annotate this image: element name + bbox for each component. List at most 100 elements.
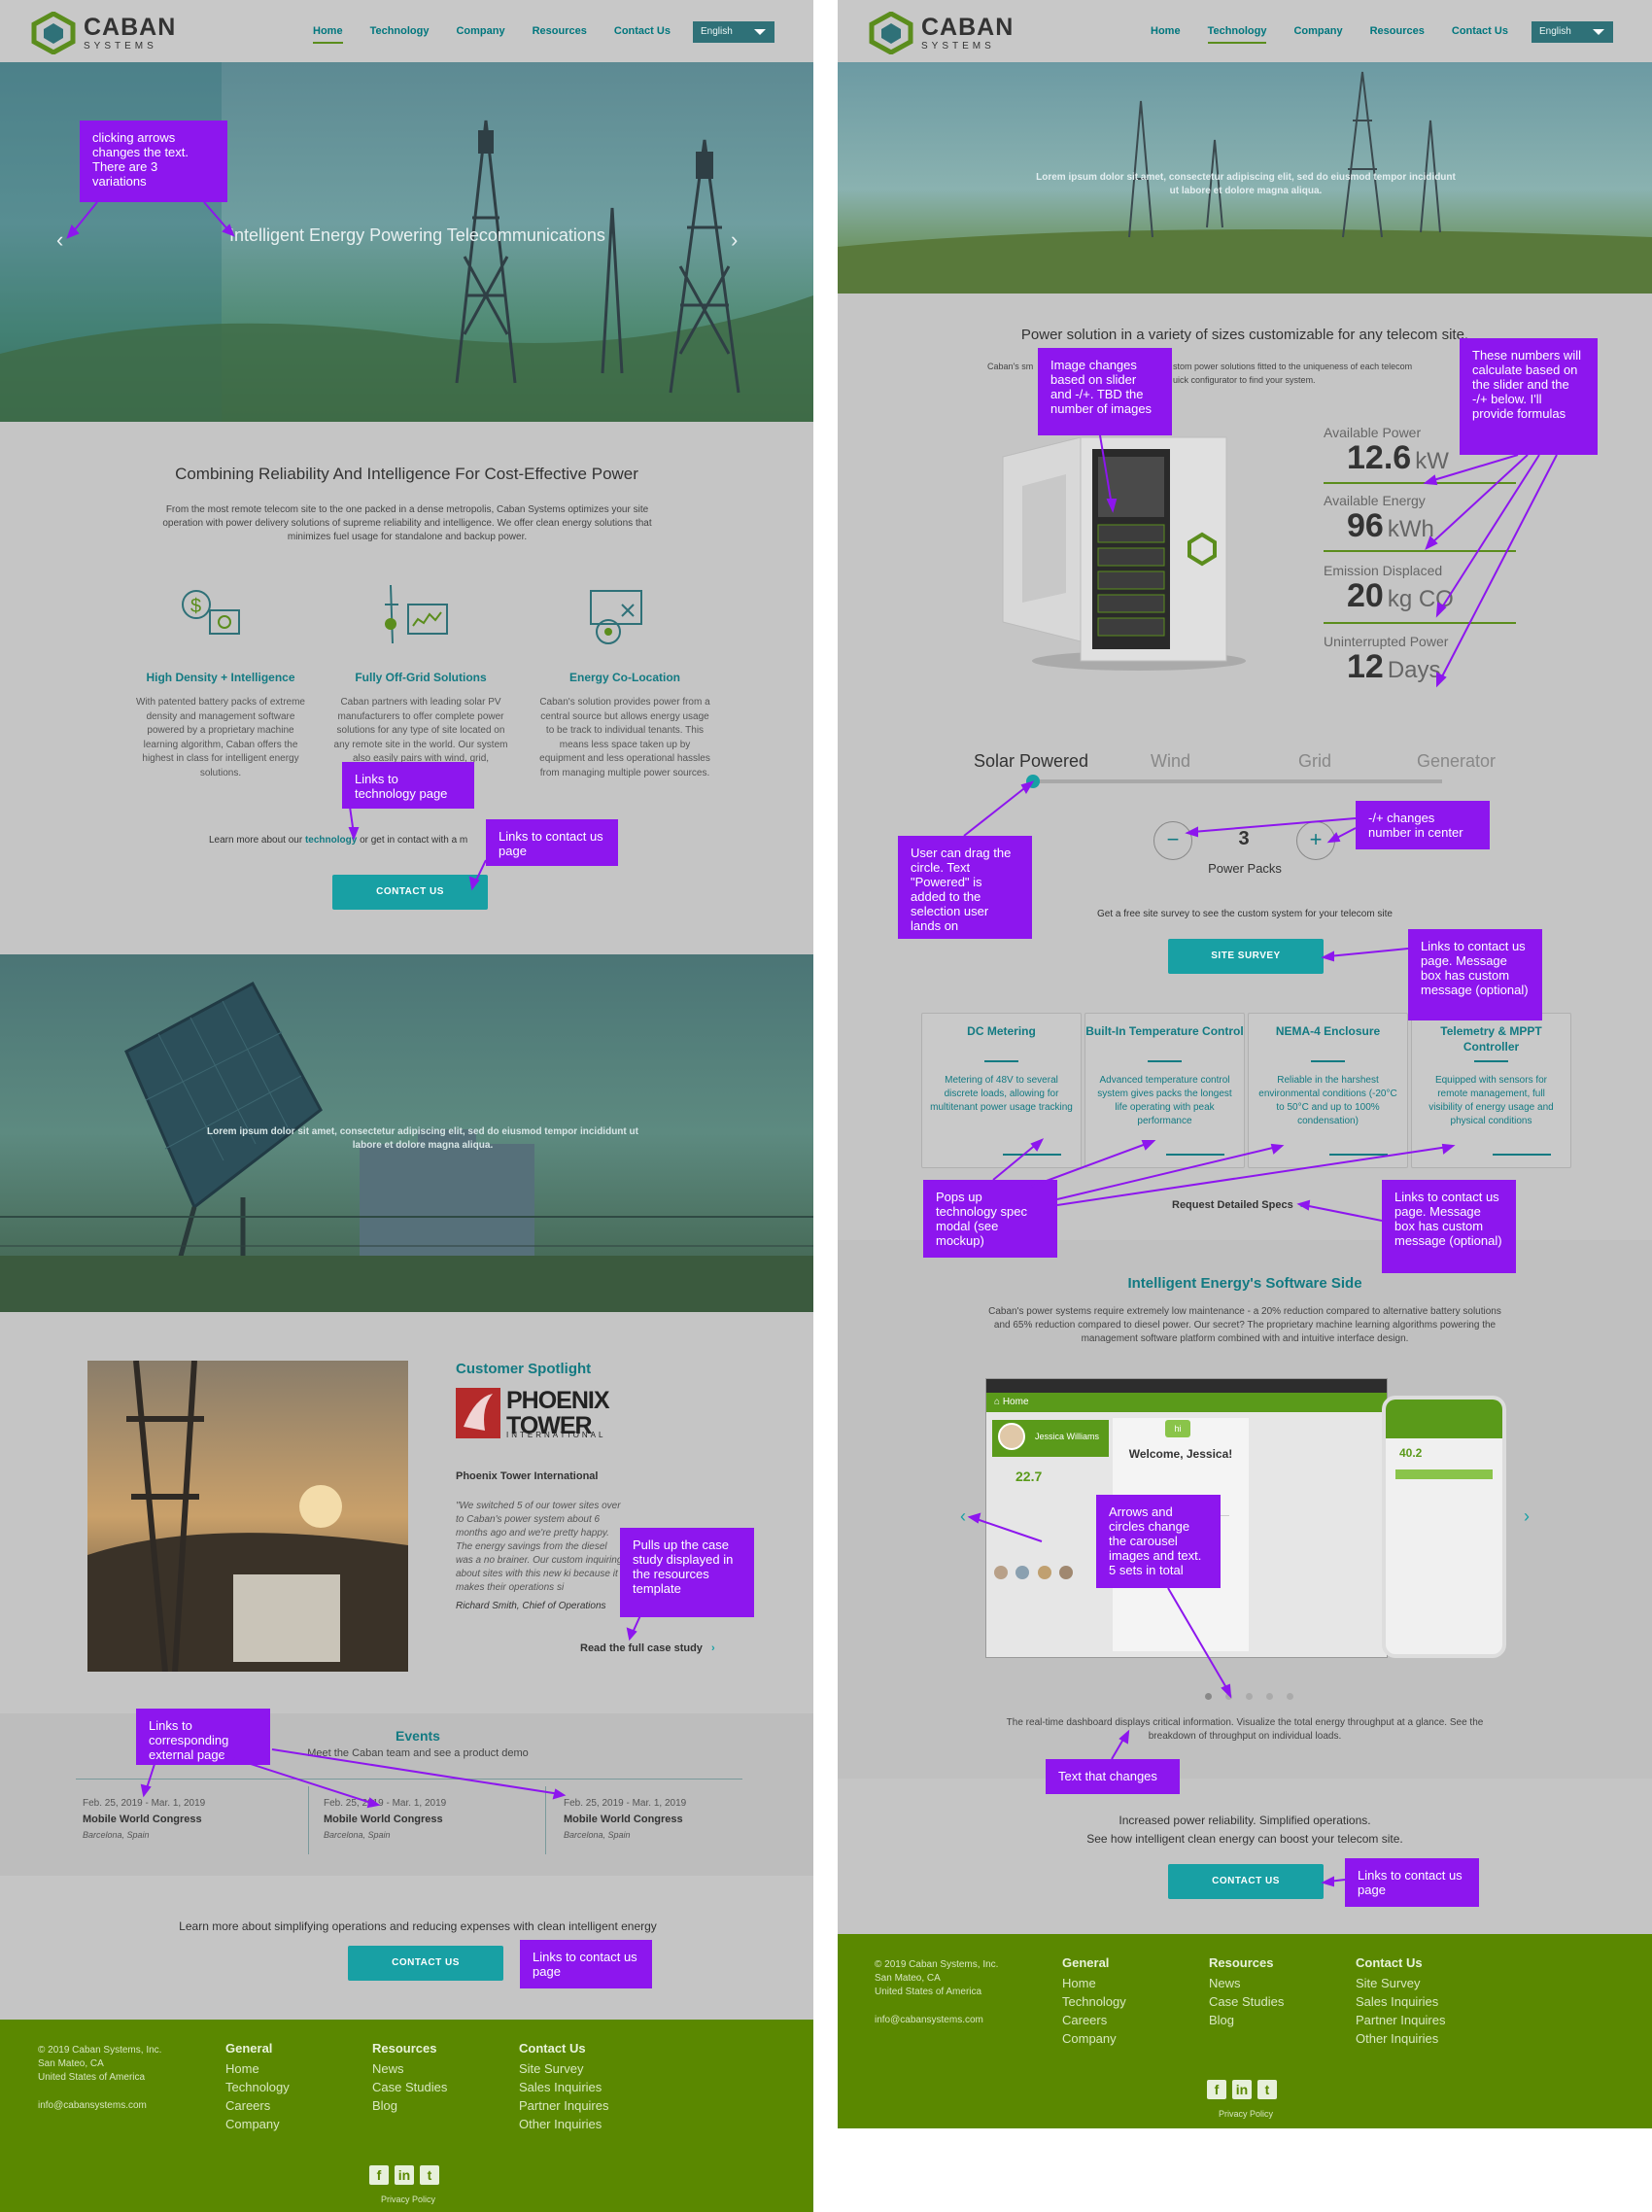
footer-link[interactable]: Sales Inquiries <box>519 2078 609 2096</box>
banner-text: Lorem ipsum dolor sit amet, consectetur … <box>207 1126 638 1151</box>
source-grid[interactable]: Grid <box>1298 751 1331 772</box>
phone-screenshot: 40.2 <box>1382 1396 1506 1658</box>
nav-contact[interactable]: Contact Us <box>614 25 671 44</box>
footer-link[interactable]: Blog <box>372 2096 447 2115</box>
spec-card[interactable]: DC Metering Metering of 48V to several di… <box>921 1013 1082 1168</box>
annotation-numbers: These numbers will calculate based on th… <box>1460 338 1598 455</box>
spec-card[interactable]: Telemetry & MPPT Controller Equipped with… <box>1411 1013 1571 1168</box>
footer-link[interactable]: Careers <box>1062 2011 1126 2029</box>
request-specs-link[interactable]: Request Detailed Specs › <box>1172 1199 1303 1211</box>
hero-next-arrow[interactable]: › <box>731 227 738 253</box>
chevron-down-icon <box>1593 29 1604 35</box>
footer-link[interactable]: Home <box>1062 1974 1126 1992</box>
carousel-dot[interactable] <box>1266 1693 1273 1700</box>
nav-technology[interactable]: Technology <box>1207 25 1267 44</box>
minus-button[interactable]: − <box>1153 821 1192 860</box>
footer-link[interactable]: Case Studies <box>1209 1992 1284 2011</box>
contact-us-button[interactable]: CONTACT US <box>348 1946 503 1981</box>
footer-link[interactable]: Blog <box>1209 2011 1284 2029</box>
footer-link[interactable]: Other Inquiries <box>519 2115 609 2133</box>
source-slider-handle[interactable] <box>1026 775 1040 788</box>
event-name-link[interactable]: Mobile World Congress <box>83 1814 202 1825</box>
read-case-study-link[interactable]: Read the full case study › <box>580 1642 715 1654</box>
carousel-dot[interactable] <box>1246 1693 1253 1700</box>
dashboard-stat: 22.7 <box>1015 1469 1043 1484</box>
footer-link[interactable]: Site Survey <box>1356 1974 1446 1992</box>
avatar <box>1037 1566 1051 1579</box>
carousel-dot[interactable] <box>1225 1693 1232 1700</box>
carousel-dot[interactable] <box>1205 1693 1212 1700</box>
phoenix-bird-icon <box>456 1388 500 1438</box>
carousel-next-arrow[interactable]: › <box>1524 1506 1530 1527</box>
social-links: f in t <box>1207 2080 1277 2099</box>
spec-underline <box>1474 1060 1508 1062</box>
social-links: f in t <box>369 2165 439 2185</box>
caban-logo[interactable]: CABAN SYSTEMS <box>31 12 176 54</box>
brand-sub: SYSTEMS <box>84 40 157 52</box>
source-slider-track[interactable] <box>1034 779 1442 783</box>
footer-link[interactable]: Company <box>225 2115 290 2133</box>
footer-link[interactable]: Technology <box>225 2078 290 2096</box>
metric-emission-displaced: 20 kg CO <box>1347 577 1454 615</box>
source-wind[interactable]: Wind <box>1151 751 1190 772</box>
footer-resources-links: News Case Studies Blog <box>372 2059 447 2115</box>
twitter-icon[interactable]: t <box>420 2165 439 2185</box>
footer-link[interactable]: Partner Inquires <box>1356 2011 1446 2029</box>
caban-logo-icon <box>31 12 76 54</box>
footer-resources-links: News Case Studies Blog <box>1209 1974 1284 2029</box>
metric-value: 96 <box>1347 507 1384 544</box>
facebook-icon[interactable]: f <box>369 2165 389 2185</box>
twitter-icon[interactable]: t <box>1257 2080 1277 2099</box>
technology-link[interactable]: technology <box>305 835 357 846</box>
carousel-prev-arrow[interactable]: ‹ <box>960 1506 966 1527</box>
linkedin-icon[interactable]: in <box>1232 2080 1252 2099</box>
carousel-dot[interactable] <box>1287 1693 1293 1700</box>
annotation-drag: User can drag the circle. Text "Powered"… <box>898 836 1032 939</box>
event-name-link[interactable]: Mobile World Congress <box>324 1814 443 1825</box>
caban-logo-icon <box>869 12 913 54</box>
hero-prev-arrow[interactable]: ‹ <box>56 227 63 253</box>
footer-link[interactable]: Technology <box>1062 1992 1126 2011</box>
language-select[interactable]: English <box>693 21 774 43</box>
nav-technology[interactable]: Technology <box>370 25 430 44</box>
privacy-policy-link[interactable]: Privacy Policy <box>381 2195 435 2204</box>
nav-company[interactable]: Company <box>1293 25 1342 44</box>
metric-divider <box>1324 550 1516 552</box>
event-name-link[interactable]: Mobile World Congress <box>564 1814 683 1825</box>
site-survey-button[interactable]: SITE SURVEY <box>1168 939 1324 974</box>
contact-us-button[interactable]: CONTACT US <box>332 875 488 910</box>
footer-link[interactable]: Site Survey <box>519 2059 609 2078</box>
footer-link[interactable]: Partner Inquires <box>519 2096 609 2115</box>
footer-email[interactable]: info@cabansystems.com <box>875 2014 983 2027</box>
facebook-icon[interactable]: f <box>1207 2080 1226 2099</box>
nav-resources[interactable]: Resources <box>533 25 587 44</box>
power-cabinet-image <box>1002 436 1246 671</box>
plus-button[interactable]: + <box>1296 821 1335 860</box>
footer-link[interactable]: Case Studies <box>372 2078 447 2096</box>
source-solar[interactable]: Solar Powered <box>974 751 1088 772</box>
nav-home[interactable]: Home <box>1151 25 1181 44</box>
logo-sub: INTERNATIONAL <box>506 1431 606 1439</box>
nav-company[interactable]: Company <box>456 25 504 44</box>
solar-banner: Lorem ipsum dolor sit amet, consectetur … <box>0 954 813 1312</box>
footer-link[interactable]: Company <box>1062 2029 1126 2048</box>
footer-link[interactable]: Sales Inquiries <box>1356 1992 1446 2011</box>
event-date: Feb. 25, 2019 - Mar. 1, 2019 <box>83 1798 206 1809</box>
footer-link[interactable]: News <box>1209 1974 1284 1992</box>
spec-card[interactable]: NEMA-4 Enclosure Reliable in the harshest… <box>1248 1013 1408 1168</box>
footer-link[interactable]: Careers <box>225 2096 290 2115</box>
contact-us-button[interactable]: CONTACT US <box>1168 1864 1324 1899</box>
footer-link[interactable]: News <box>372 2059 447 2078</box>
nav-home[interactable]: Home <box>313 25 343 44</box>
caban-logo[interactable]: CABAN SYSTEMS <box>869 12 1014 54</box>
footer-email[interactable]: info@cabansystems.com <box>38 2099 147 2113</box>
nav-contact[interactable]: Contact Us <box>1452 25 1508 44</box>
privacy-policy-link[interactable]: Privacy Policy <box>1219 2109 1273 2119</box>
linkedin-icon[interactable]: in <box>395 2165 414 2185</box>
spec-card[interactable]: Built-In Temperature Control Advanced tem… <box>1084 1013 1245 1168</box>
nav-resources[interactable]: Resources <box>1370 25 1425 44</box>
footer-link[interactable]: Home <box>225 2059 290 2078</box>
source-generator[interactable]: Generator <box>1417 751 1496 772</box>
language-select[interactable]: English <box>1532 21 1613 43</box>
footer-link[interactable]: Other Inquiries <box>1356 2029 1446 2048</box>
